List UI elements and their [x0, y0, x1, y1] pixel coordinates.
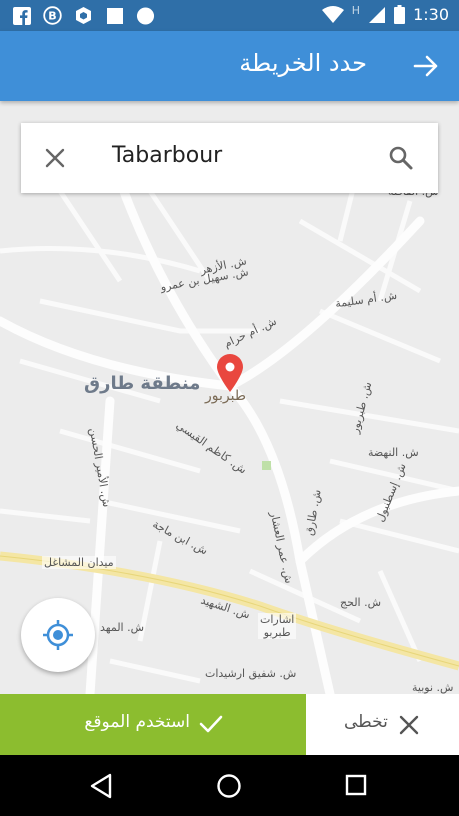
nav-home-button[interactable] [216, 773, 242, 803]
street-label: ش. النهضة [368, 446, 419, 459]
signals-label: اشارات طبربو [258, 613, 297, 639]
close-icon [45, 148, 65, 168]
wifi-icon [321, 5, 344, 23]
my-location-button[interactable] [21, 598, 95, 672]
street-label: ش. الحج [340, 596, 382, 609]
circle-app-icon [136, 6, 155, 25]
app-bar: حدد الخريطة [0, 31, 459, 101]
skip-button[interactable]: تخطى [306, 694, 459, 755]
action-bar: استخدم الموقع تخطى [0, 694, 459, 755]
b-icon: B [43, 6, 62, 25]
search-button[interactable] [388, 145, 414, 171]
status-bar: B H 1:30 [0, 0, 459, 31]
clear-search-button[interactable] [43, 146, 67, 170]
nav-back-button[interactable] [89, 773, 113, 803]
battery-icon [394, 5, 406, 24]
district-label: منطقة طارق [84, 373, 201, 394]
svg-text:B: B [48, 10, 56, 23]
signal-icon [369, 6, 386, 23]
use-location-button[interactable]: استخدم الموقع [0, 694, 306, 755]
search-icon [389, 146, 413, 170]
clock: 1:30 [413, 5, 449, 24]
crosshair-icon [43, 620, 73, 650]
circle-home-icon [217, 774, 241, 798]
square-label: ميدان المشاغل [42, 556, 116, 569]
street-label: ش. شفيق ارشيدات [205, 667, 297, 680]
shield-app-icon [74, 6, 93, 25]
page-title: حدد الخريطة [239, 49, 367, 77]
system-nav-bar [0, 755, 459, 816]
skip-label: تخطى [344, 712, 388, 732]
network-type-label: H [351, 4, 361, 17]
square-app-icon [105, 6, 124, 25]
nav-recents-button[interactable] [345, 774, 367, 800]
close-icon [399, 715, 419, 735]
facebook-icon [12, 6, 31, 25]
search-input[interactable]: Tabarbour [112, 143, 222, 168]
use-location-label: استخدم الموقع [84, 712, 190, 732]
street-label: ش. المهد [100, 621, 145, 634]
location-pin-icon[interactable] [215, 353, 245, 393]
notification-icons: B [12, 6, 155, 25]
square-recents-icon [345, 774, 367, 796]
search-box[interactable]: Tabarbour [21, 123, 438, 193]
system-status: H 1:30 [321, 4, 449, 24]
back-button[interactable] [411, 51, 441, 81]
arrow-right-icon [413, 55, 438, 77]
triangle-back-icon [90, 773, 112, 799]
check-icon [199, 715, 223, 733]
street-label: ش. نوبية [412, 681, 454, 694]
